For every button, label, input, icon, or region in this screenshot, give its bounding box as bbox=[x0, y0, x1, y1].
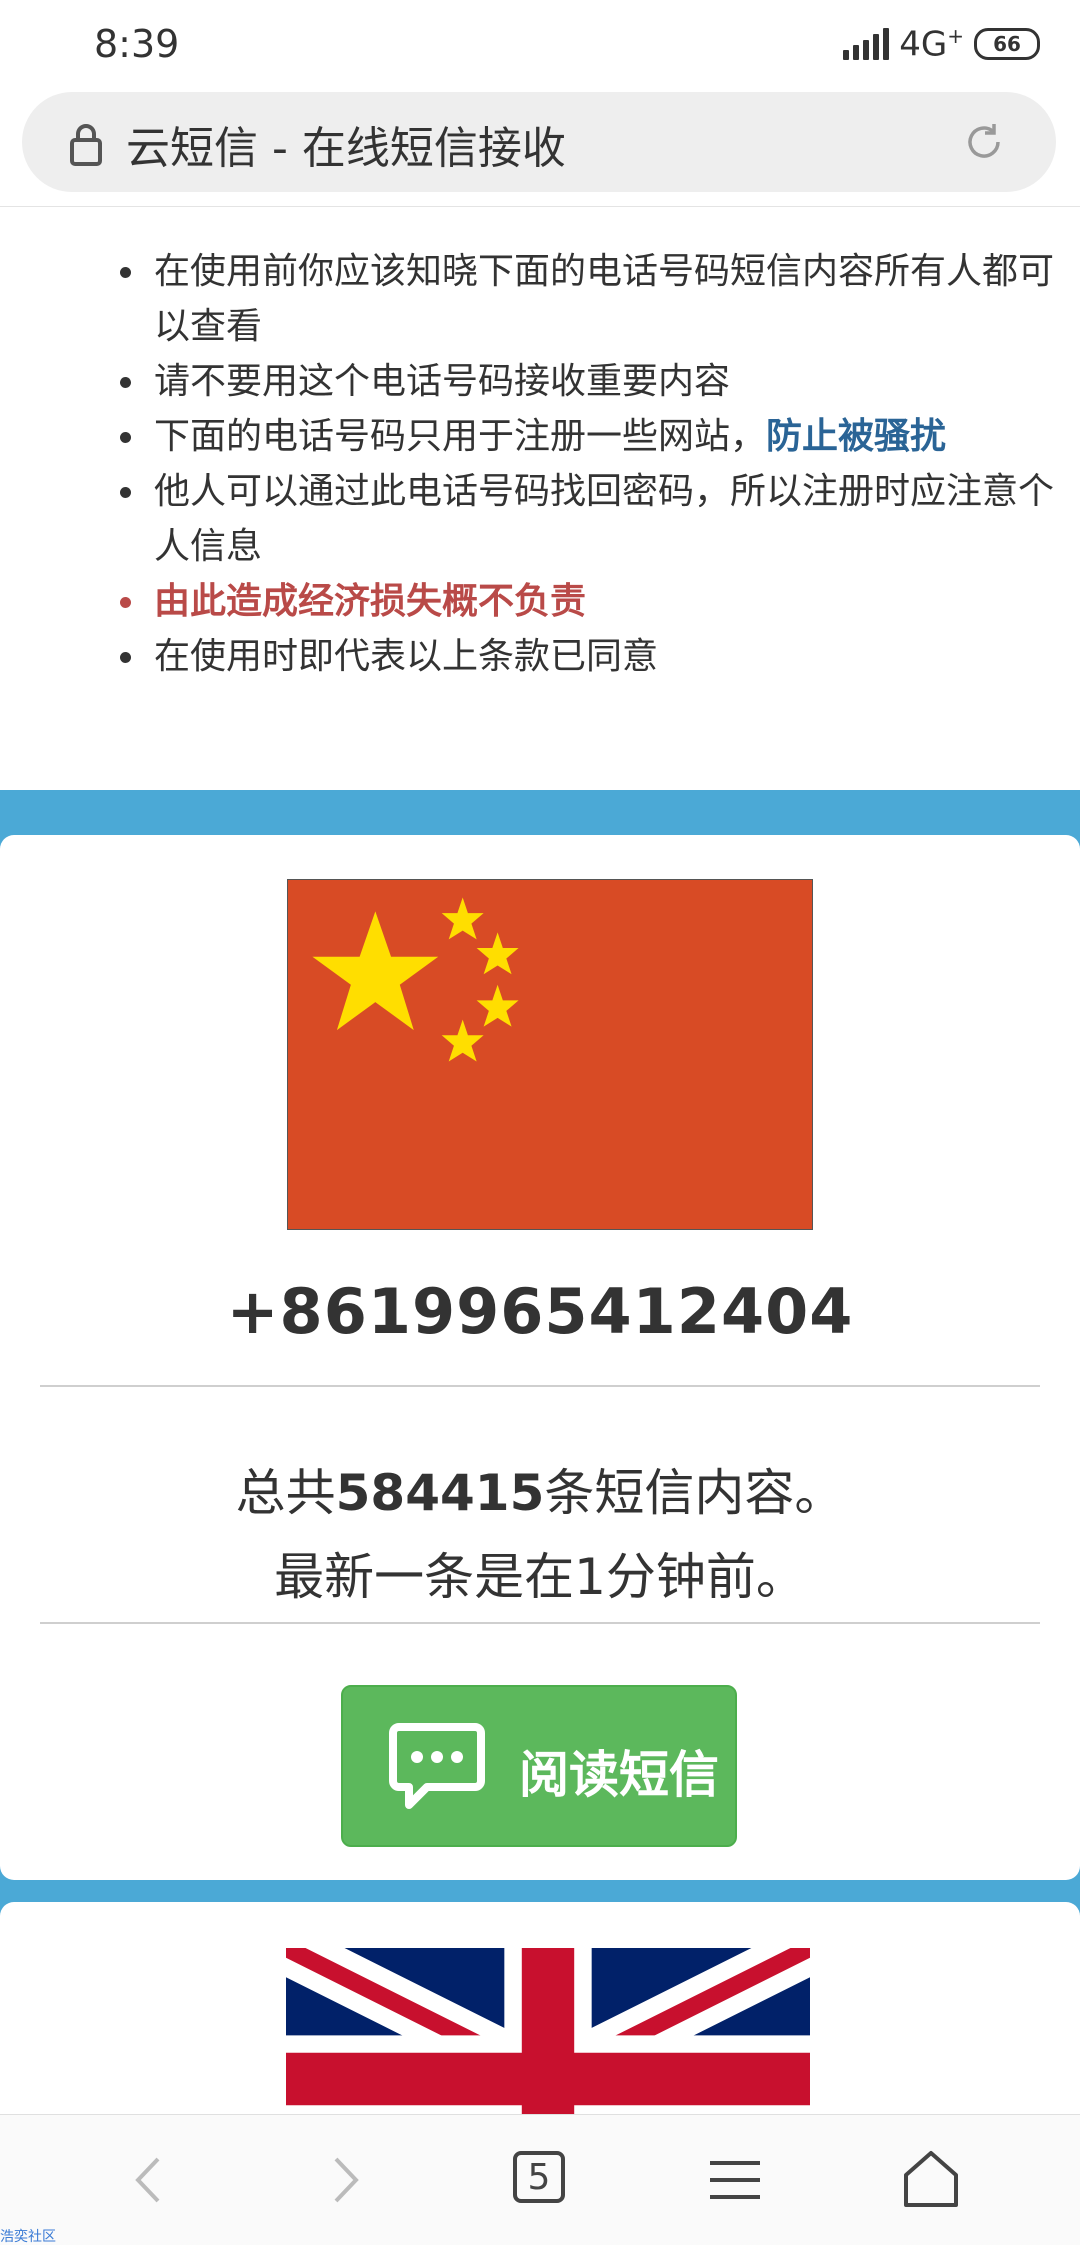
notice-item: 在使用前你应该知晓下面的电话号码短信内容所有人都可以查看 bbox=[120, 244, 1074, 354]
status-bar: 8:39 4G+ 66 bbox=[0, 0, 1080, 92]
reload-icon[interactable] bbox=[962, 120, 1006, 164]
home-icon[interactable] bbox=[896, 2145, 966, 2215]
chat-bubble-icon bbox=[389, 1723, 485, 1809]
divider bbox=[40, 1385, 1040, 1387]
number-card bbox=[0, 1902, 1080, 2142]
notice-item: 请不要用这个电话号码接收重要内容 bbox=[120, 354, 1074, 409]
status-time: 8:39 bbox=[94, 22, 180, 66]
message-count: 总共584415条短信内容。 bbox=[235, 1464, 845, 1522]
notice-item: 下面的电话号码只用于注册一些网站，防止被骚扰 bbox=[120, 409, 1074, 464]
back-icon[interactable] bbox=[114, 2145, 184, 2215]
header-divider bbox=[0, 206, 1080, 207]
status-icons: 4G+ 66 bbox=[843, 24, 1040, 64]
battery-icon: 66 bbox=[974, 28, 1040, 61]
uk-flag-icon bbox=[286, 1948, 810, 2142]
tabs-button[interactable]: 5 bbox=[505, 2145, 575, 2215]
latest-message-time: 最新一条是在1分钟前。 bbox=[274, 1548, 806, 1606]
number-card: +8619965412404 总共584415条短信内容。 最新一条是在1分钟前… bbox=[0, 835, 1080, 1880]
signal-icon bbox=[843, 28, 890, 61]
forward-icon[interactable] bbox=[310, 2145, 380, 2215]
network-indicator: 4G+ bbox=[899, 24, 964, 65]
lock-icon bbox=[70, 124, 102, 166]
read-messages-label: 阅读短信 bbox=[519, 1746, 719, 1804]
page-title: 云短信 - 在线短信接收 bbox=[126, 123, 566, 174]
phone-number[interactable]: +8619965412404 bbox=[0, 1275, 1080, 1348]
browser-bottom-nav: 5 bbox=[0, 2114, 1080, 2245]
watermark: 浩奕社区 bbox=[0, 2229, 56, 2245]
menu-icon[interactable] bbox=[700, 2145, 770, 2215]
notice-item: 在使用时即代表以上条款已同意 bbox=[120, 629, 1074, 684]
notice-list: 在使用前你应该知晓下面的电话号码短信内容所有人都可以查看 请不要用这个电话号码接… bbox=[110, 244, 1074, 684]
notice-highlight: 防止被骚扰 bbox=[766, 416, 947, 457]
notice-warning: 由此造成经济损失概不负责 bbox=[120, 574, 1074, 629]
divider bbox=[40, 1622, 1040, 1624]
tabs-count: 5 bbox=[527, 2157, 551, 2198]
address-bar[interactable]: 云短信 - 在线短信接收 bbox=[22, 92, 1056, 192]
notice-item: 他人可以通过此电话号码找回密码，所以注册时应注意个人信息 bbox=[120, 464, 1074, 574]
china-flag-icon bbox=[287, 879, 813, 1230]
read-messages-button[interactable]: 阅读短信 bbox=[341, 1685, 737, 1847]
